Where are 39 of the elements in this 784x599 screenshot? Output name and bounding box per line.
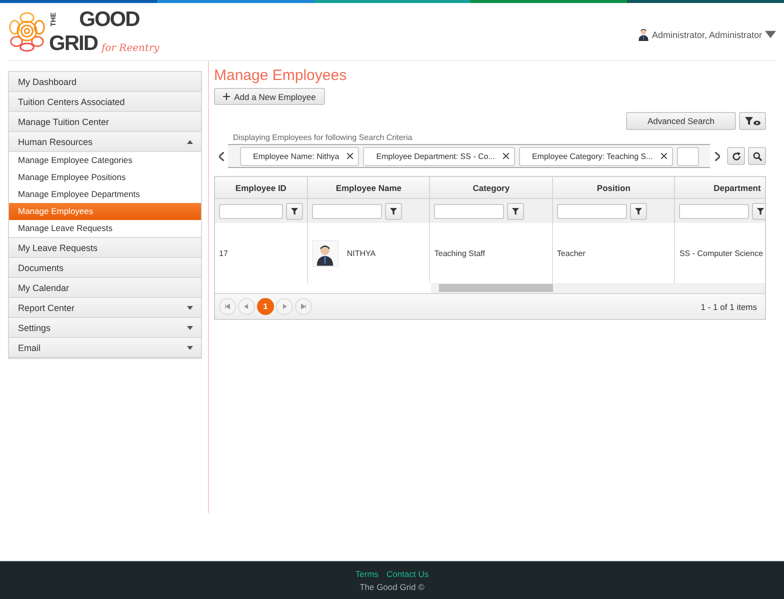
sidebar-item[interactable]: Report Center bbox=[9, 298, 201, 318]
pager-summary: 1 - 1 of 1 items bbox=[700, 302, 757, 312]
criteria-label: Employee Name: Nithya bbox=[253, 152, 340, 160]
logo-tagline: for Reentry bbox=[102, 42, 160, 56]
sidebar-subitem[interactable]: Manage Leave Requests bbox=[9, 220, 201, 237]
footer-link[interactable]: Contact Us bbox=[386, 569, 429, 579]
table-cell: SS - Computer Science bbox=[679, 248, 764, 258]
logo-text: GRID bbox=[49, 32, 98, 56]
criteria-label: Employee Department: SS - Co... bbox=[376, 152, 495, 160]
sidebar-subitem[interactable]: Manage Employee Positions bbox=[9, 169, 201, 186]
add-employee-button[interactable]: Add a New Employee bbox=[214, 88, 325, 105]
column-header[interactable]: Category bbox=[430, 177, 552, 198]
table-cell: 17 bbox=[219, 248, 228, 258]
column-header[interactable]: Department bbox=[674, 177, 765, 198]
user-menu[interactable]: Administrator, Administrator bbox=[652, 30, 762, 40]
sidebar-item[interactable]: Settings bbox=[9, 318, 201, 338]
logo-text: GOOD bbox=[79, 8, 140, 32]
table-cell: Teacher bbox=[556, 248, 586, 258]
column-header[interactable]: Employee Name bbox=[307, 177, 430, 198]
column-header[interactable]: Position bbox=[552, 177, 675, 198]
criteria-label: Employee Category: Teaching S... bbox=[532, 152, 653, 160]
sidebar-item[interactable]: Tuition Centers Associated bbox=[9, 92, 201, 112]
column-header[interactable]: Employee ID bbox=[215, 177, 308, 198]
table-cell: NITHYA bbox=[346, 248, 376, 258]
sidebar-item[interactable]: Email bbox=[9, 338, 201, 358]
criteria-caption: Displaying Employees for following Search Criteria bbox=[233, 133, 414, 144]
sidebar-subitem[interactable]: Manage Employee Categories bbox=[9, 152, 201, 169]
page-title: Manage Employees bbox=[214, 67, 348, 85]
sidebar-item[interactable]: Manage Tuition Center bbox=[9, 112, 201, 132]
sidebar-item[interactable]: Human Resources bbox=[9, 132, 201, 152]
footer-link[interactable]: Terms bbox=[355, 569, 379, 579]
advanced-search-button[interactable]: Advanced Search bbox=[626, 112, 736, 130]
copyright-text: The Good Grid © bbox=[360, 582, 424, 592]
table-cell: Teaching Staff bbox=[434, 248, 485, 258]
sidebar-item[interactable]: Documents bbox=[9, 258, 201, 278]
sidebar-item[interactable]: My Calendar bbox=[9, 278, 201, 298]
sidebar-item[interactable]: My Dashboard bbox=[9, 72, 201, 92]
sidebar-item[interactable]: My Leave Requests bbox=[9, 238, 201, 258]
sidebar-subitem[interactable]: Manage Employee Departments bbox=[9, 186, 201, 203]
